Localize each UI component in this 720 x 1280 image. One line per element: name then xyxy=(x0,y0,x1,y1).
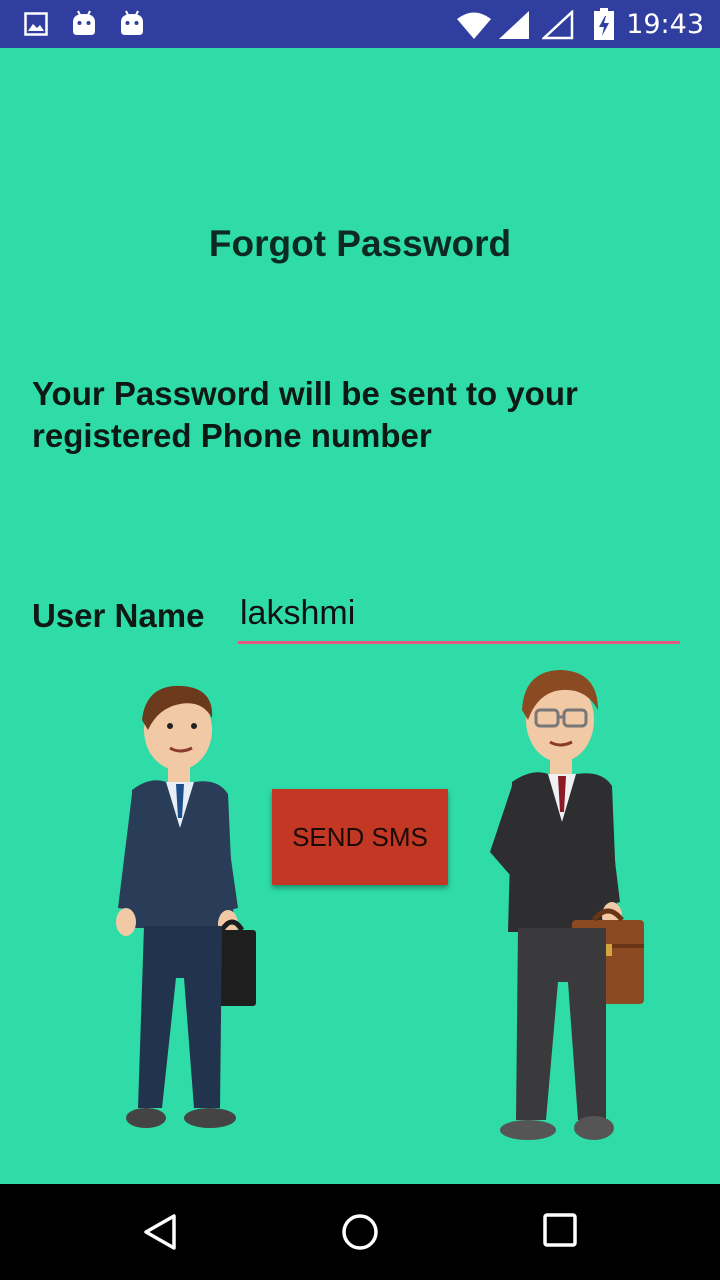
forgot-password-screen: Forgot Password Your Password will be se… xyxy=(0,48,720,1184)
recents-icon[interactable] xyxy=(542,1212,582,1252)
signal-icon xyxy=(498,10,530,45)
signal-empty-icon xyxy=(540,9,574,45)
back-icon[interactable] xyxy=(140,1212,180,1252)
home-icon[interactable] xyxy=(340,1212,380,1252)
username-label: User Name xyxy=(32,597,205,634)
android-icon xyxy=(120,10,144,41)
battery-charging-icon xyxy=(594,8,614,45)
businessman-left-illustration xyxy=(116,685,256,1128)
page-title: Forgot Password xyxy=(208,223,512,264)
send-sms-button[interactable]: SEND SMS xyxy=(272,789,448,885)
businessman-right-illustration xyxy=(490,670,644,1140)
android-icon xyxy=(72,10,96,41)
info-message: Your Password will be sent to your regis… xyxy=(32,375,578,454)
navigation-bar xyxy=(0,1184,720,1280)
image-icon xyxy=(24,12,48,41)
username-input[interactable] xyxy=(238,592,680,644)
wifi-icon xyxy=(456,12,492,45)
clock: 19:43 xyxy=(626,9,704,40)
status-bar: 19:43 xyxy=(0,0,720,48)
